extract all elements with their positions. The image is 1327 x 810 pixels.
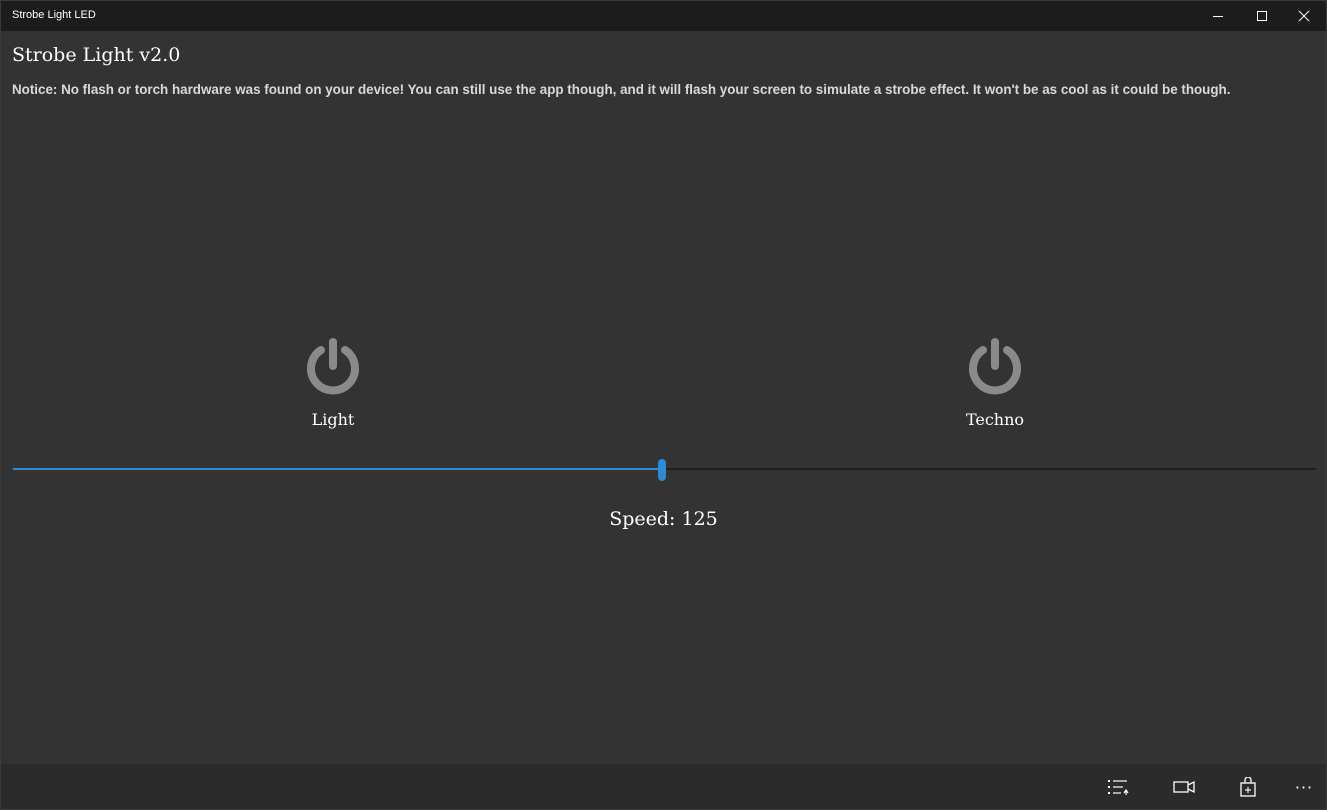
- techno-button-label: Techno: [965, 410, 1025, 429]
- power-icon: [307, 338, 359, 395]
- light-button-label: Light: [311, 410, 355, 429]
- hardware-notice: Notice: No flash or torch hardware was f…: [12, 82, 1231, 97]
- page-title: Strobe Light v2.0: [12, 44, 181, 66]
- close-button[interactable]: [1282, 1, 1326, 31]
- light-button[interactable]: Light: [263, 336, 403, 446]
- title-bar[interactable]: Strobe Light LED: [1, 1, 1326, 31]
- maximize-button[interactable]: [1240, 1, 1284, 31]
- store-button[interactable]: [1228, 772, 1268, 802]
- list-icon: [1108, 780, 1129, 795]
- maximize-icon: [1257, 11, 1267, 21]
- slider-fill: [13, 468, 662, 470]
- video-button[interactable]: [1164, 772, 1204, 802]
- list-button[interactable]: [1098, 772, 1138, 802]
- minimize-button[interactable]: [1196, 1, 1240, 31]
- video-camera-icon: [1173, 780, 1195, 794]
- minimize-icon: [1213, 16, 1223, 17]
- speed-slider[interactable]: [13, 459, 1316, 481]
- app-window: Strobe Light LED Strobe Light v2.0 Notic…: [0, 0, 1327, 810]
- window-title: Strobe Light LED: [12, 9, 96, 21]
- shopping-bag-icon: [1240, 777, 1256, 797]
- power-icon: [969, 338, 1021, 395]
- slider-thumb[interactable]: [658, 459, 666, 481]
- close-icon: [1298, 10, 1310, 22]
- more-button[interactable]: ···: [1284, 772, 1324, 802]
- command-bar: ···: [1, 764, 1326, 809]
- speed-label: Speed: 125: [609, 508, 718, 530]
- more-icon: ···: [1294, 777, 1314, 797]
- main-content: Strobe Light v2.0 Notice: No flash or to…: [1, 31, 1326, 764]
- techno-button[interactable]: Techno: [925, 336, 1065, 446]
